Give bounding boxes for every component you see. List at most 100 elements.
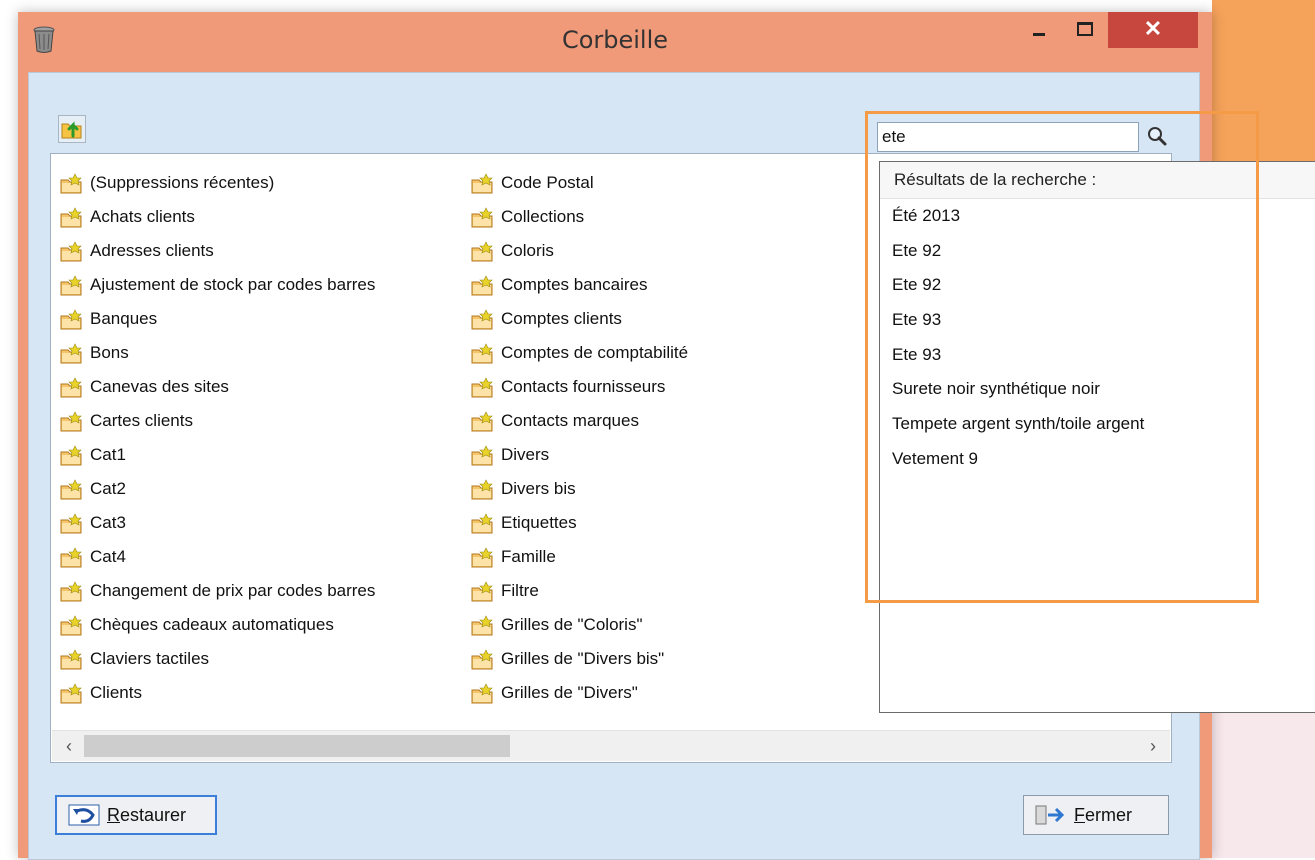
recycle-folder-icon	[471, 173, 493, 194]
list-item[interactable]: Cat2	[59, 472, 375, 506]
search-result-item[interactable]: Tempete argent synth/toile argent	[880, 407, 1315, 442]
list-item[interactable]: Coloris	[470, 234, 688, 268]
list-item-label: Adresses clients	[90, 241, 214, 260]
list-item[interactable]: Banques	[59, 302, 375, 336]
recycle-folder-icon	[471, 649, 493, 670]
list-item[interactable]: Cat3	[59, 506, 375, 540]
list-item[interactable]: Cat4	[59, 540, 375, 574]
list-item-label: (Suppressions récentes)	[90, 173, 275, 192]
list-item[interactable]: Comptes bancaires	[470, 268, 688, 302]
scrollbar-thumb[interactable]	[84, 735, 510, 757]
list-item-label: Ajustement de stock par codes barres	[90, 275, 376, 294]
recycle-folder-icon	[60, 377, 82, 398]
close-window-button[interactable]: ✕	[1108, 12, 1198, 48]
search-result-item[interactable]: Ete 92	[880, 268, 1315, 303]
restore-label: Restaurer	[107, 804, 187, 825]
close-label: Fermer	[1074, 804, 1133, 825]
search-result-item[interactable]: Surete noir synthétique noir	[880, 372, 1315, 407]
recycle-folder-icon	[471, 445, 493, 466]
list-item[interactable]: Divers	[470, 438, 688, 472]
close-icon: ✕	[1143, 16, 1163, 41]
search-results-header: Résultats de la recherche :	[880, 162, 1315, 199]
maximize-button[interactable]	[1062, 12, 1106, 48]
list-item[interactable]: Changement de prix par codes barres	[59, 574, 375, 608]
list-item[interactable]: Cat1	[59, 438, 375, 472]
scroll-left-arrow[interactable]: ‹	[54, 735, 84, 757]
list-item[interactable]: Comptes clients	[470, 302, 688, 336]
recycle-folder-icon	[60, 547, 82, 568]
recycle-folder-icon	[471, 207, 493, 228]
recycle-folder-icon	[471, 275, 493, 296]
list-item[interactable]: Grilles de "Divers bis"	[470, 642, 688, 676]
list-item-label: Collections	[501, 207, 585, 226]
list-item-label: Bons	[90, 343, 129, 362]
horizontal-scrollbar[interactable]: ‹ ›	[52, 730, 1170, 761]
undo-icon	[68, 804, 100, 826]
list-item[interactable]: Divers bis	[470, 472, 688, 506]
list-item[interactable]: Comptes de comptabilité	[470, 336, 688, 370]
list-item[interactable]: Canevas des sites	[59, 370, 375, 404]
list-item-label: Cat2	[90, 479, 126, 498]
search-button[interactable]	[1142, 122, 1172, 152]
recycle-folder-icon	[471, 513, 493, 534]
recycle-folder-icon	[471, 615, 493, 636]
search-result-item[interactable]: Ete 93	[880, 303, 1315, 338]
list-column-1: (Suppressions récentes) Achats clients Adr…	[59, 166, 375, 710]
list-item[interactable]: Chèques cadeaux automatiques	[59, 608, 375, 642]
list-item[interactable]: Contacts marques	[470, 404, 688, 438]
recycle-folder-icon	[471, 581, 493, 602]
list-item-label: Famille	[501, 547, 556, 566]
window-content: (Suppressions récentes) Achats clients Adr…	[28, 72, 1315, 860]
list-item-label: Clients	[90, 683, 142, 702]
list-item[interactable]: Cartes clients	[59, 404, 375, 438]
list-item[interactable]: Collections	[470, 200, 688, 234]
folder-up-button[interactable]	[58, 115, 86, 143]
search-input[interactable]	[877, 122, 1139, 152]
recycle-folder-icon	[471, 377, 493, 398]
list-item[interactable]: (Suppressions récentes)	[59, 166, 375, 200]
restore-button[interactable]: Restaurer	[55, 795, 217, 835]
list-item-label: Achats clients	[90, 207, 195, 226]
scroll-right-arrow[interactable]: ›	[1138, 735, 1168, 757]
list-item[interactable]: Contacts fournisseurs	[470, 370, 688, 404]
search-results-dropdown: Résultats de la recherche : Été 2013 Ete …	[879, 161, 1315, 713]
list-item[interactable]: Clients	[59, 676, 375, 710]
recycle-folder-icon	[471, 547, 493, 568]
list-item[interactable]: Adresses clients	[59, 234, 375, 268]
recycle-folder-icon	[60, 411, 82, 432]
list-item[interactable]: Grilles de "Divers"	[470, 676, 688, 710]
list-item[interactable]: Filtre	[470, 574, 688, 608]
list-item[interactable]: Ajustement de stock par codes barres	[59, 268, 375, 302]
list-column-2: Code Postal Collections Coloris Comptes ban…	[470, 166, 688, 710]
list-item-label: Banques	[90, 309, 158, 328]
list-item[interactable]: Bons	[59, 336, 375, 370]
list-item[interactable]: Code Postal	[470, 166, 688, 200]
search-result-item[interactable]: Été 2013	[880, 199, 1315, 234]
recycle-folder-icon	[471, 411, 493, 432]
recycle-folder-icon	[60, 275, 82, 296]
search-result-item[interactable]: Vetement 9	[880, 442, 1315, 477]
list-item-label: Cat3	[90, 513, 126, 532]
list-item[interactable]: Claviers tactiles	[59, 642, 375, 676]
list-item-label: Comptes bancaires	[501, 275, 648, 294]
folder-up-icon	[61, 121, 82, 139]
list-item-label: Divers	[501, 445, 550, 464]
list-item[interactable]: Etiquettes	[470, 506, 688, 540]
list-item[interactable]: Famille	[470, 540, 688, 574]
search-result-item[interactable]: Ete 93	[880, 338, 1315, 373]
recycle-folder-icon	[60, 173, 82, 194]
minimize-button[interactable]	[1016, 12, 1060, 48]
list-item-label: Canevas des sites	[90, 377, 229, 396]
list-item-label: Contacts fournisseurs	[501, 377, 666, 396]
list-item-label: Grilles de "Coloris"	[501, 615, 643, 634]
recycle-folder-icon	[60, 649, 82, 670]
search-result-item[interactable]: Ete 92	[880, 234, 1315, 269]
close-button[interactable]: Fermer	[1023, 795, 1169, 835]
recycle-folder-icon	[471, 683, 493, 704]
list-item-label: Grilles de "Divers bis"	[501, 649, 665, 668]
list-item[interactable]: Grilles de "Coloris"	[470, 608, 688, 642]
title-bar[interactable]: Corbeille ✕	[18, 12, 1212, 72]
list-item[interactable]: Achats clients	[59, 200, 375, 234]
list-item-label: Code Postal	[501, 173, 594, 192]
magnifier-icon	[1148, 127, 1167, 146]
